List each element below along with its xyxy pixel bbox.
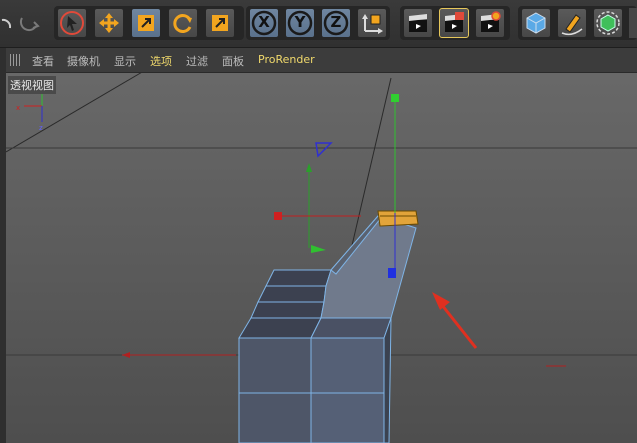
redo-button[interactable] [16,8,44,38]
menu-cameras[interactable]: 摄像机 [67,53,100,69]
render-settings-button[interactable] [475,8,505,38]
subdivision-cube-icon [596,11,620,35]
clapperboard-render-icon [445,12,464,32]
render-to-picture-viewer-button[interactable] [439,8,469,38]
scale-tool-button[interactable] [131,8,161,38]
z-axis-label: Z [330,13,342,31]
main-toolbar: X Y Z [0,0,637,48]
scale-icon [138,15,154,31]
last-tool-button[interactable] [205,8,235,38]
x-axis-label: X [258,13,270,31]
last-tool-icon [212,15,228,31]
svg-text:z: z [39,124,43,132]
subdivision-surface-button[interactable] [593,8,623,38]
viewport-menu-bar: 查看 摄像机 显示 选项 过滤 面板 ProRender [6,48,637,73]
clapperboard-icon [409,14,427,32]
menu-display[interactable]: 显示 [114,53,136,69]
undo-button[interactable] [0,8,14,38]
view-name-label: 透视视图 [8,76,56,94]
world-axes-icon [362,14,383,34]
coordinate-system-button[interactable] [357,8,387,38]
select-tool-button[interactable] [57,8,87,38]
perspective-viewport[interactable]: x z 查看 摄像机 显示 选项 过滤 面板 ProRender 透视视图 [6,48,637,443]
menu-view[interactable]: 查看 [32,53,54,69]
menu-prorender[interactable]: ProRender [258,53,315,66]
cube-primitive-button[interactable] [521,8,551,38]
z-axis-lock-button[interactable]: Z [321,8,351,38]
menu-filter[interactable]: 过滤 [186,53,208,69]
render-view-button[interactable] [403,8,433,38]
menu-grip-icon[interactable] [10,54,22,66]
clapperboard-gear-icon [481,11,501,32]
x-axis-lock-button[interactable]: X [249,8,279,38]
toolbar-overflow[interactable] [629,8,637,38]
redo-icon [19,17,40,32]
viewport-scene: x z [6,48,637,443]
svg-text:x: x [16,104,20,112]
y-axis-label: Y [294,13,306,31]
cursor-icon [60,11,84,35]
move-arrows-icon [99,13,119,33]
rotate-icon [173,14,192,33]
cube-icon [526,12,546,34]
pen-icon [561,14,583,36]
menu-options[interactable]: 选项 [150,53,172,69]
move-tool-button[interactable] [94,8,124,38]
undo-icon [1,18,12,29]
pen-spline-button[interactable] [557,8,587,38]
menu-panel[interactable]: 面板 [222,53,244,69]
y-axis-lock-button[interactable]: Y [285,8,315,38]
undo-redo-group [0,8,46,38]
rotate-tool-button[interactable] [168,8,198,38]
